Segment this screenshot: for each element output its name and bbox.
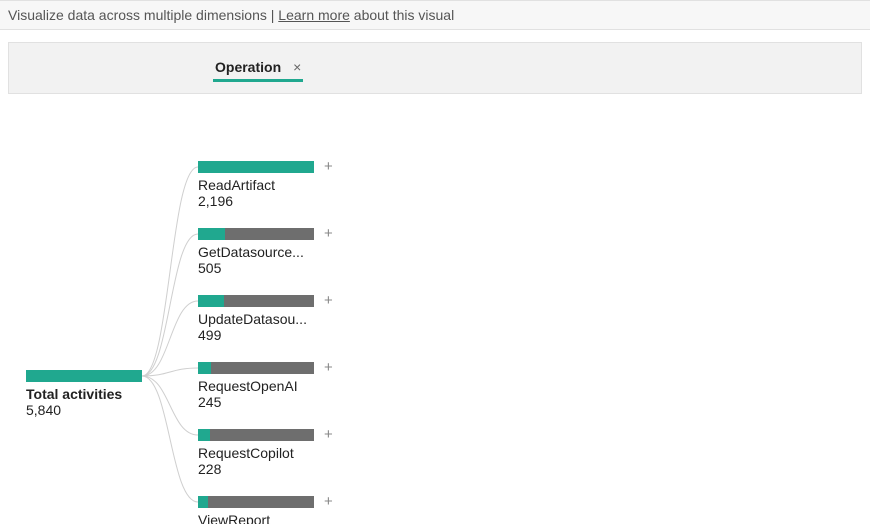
child-bar bbox=[198, 161, 314, 173]
root-node-name: Total activities bbox=[26, 386, 146, 402]
expand-icon[interactable]: + bbox=[324, 427, 333, 442]
child-node[interactable]: RequestCopilot228 bbox=[198, 429, 320, 477]
child-node[interactable]: RequestOpenAI245 bbox=[198, 362, 320, 410]
child-node-value: 499 bbox=[198, 327, 320, 343]
child-node-name: UpdateDatasou... bbox=[198, 311, 318, 327]
child-node[interactable]: UpdateDatasou...499 bbox=[198, 295, 320, 343]
child-node-name: ViewReport bbox=[198, 512, 318, 524]
expand-icon[interactable]: + bbox=[324, 226, 333, 241]
root-node-value: 5,840 bbox=[26, 402, 146, 418]
expand-icon[interactable]: + bbox=[324, 360, 333, 375]
root-bar-fill bbox=[26, 370, 142, 382]
banner-separator: | bbox=[267, 7, 278, 23]
expand-icon[interactable]: + bbox=[324, 293, 333, 308]
expand-icon[interactable]: + bbox=[324, 159, 333, 174]
root-bar bbox=[26, 370, 142, 382]
child-node-value: 245 bbox=[198, 394, 320, 410]
child-node-value: 2,196 bbox=[198, 193, 320, 209]
dimension-pill[interactable]: Operation × bbox=[213, 59, 303, 82]
child-node-value: 505 bbox=[198, 260, 320, 276]
close-icon[interactable]: × bbox=[293, 60, 301, 74]
child-bar-fill bbox=[198, 228, 225, 240]
banner-text-after: about this visual bbox=[350, 7, 454, 23]
child-node-name: ReadArtifact bbox=[198, 177, 318, 193]
child-node-name: RequestCopilot bbox=[198, 445, 318, 461]
child-node[interactable]: GetDatasource...505 bbox=[198, 228, 320, 276]
learn-more-link[interactable]: Learn more bbox=[278, 7, 350, 23]
tree-connectors bbox=[0, 94, 870, 524]
child-bar-fill bbox=[198, 362, 211, 374]
decomposition-tree: Total activities 5,840 ReadArtifact2,196… bbox=[0, 94, 870, 524]
info-banner: Visualize data across multiple dimension… bbox=[0, 0, 870, 30]
child-bar bbox=[198, 362, 314, 374]
child-bar-fill bbox=[198, 295, 224, 307]
child-bar bbox=[198, 295, 314, 307]
child-bar-fill bbox=[198, 429, 210, 441]
expand-icon[interactable]: + bbox=[324, 494, 333, 509]
child-bar bbox=[198, 496, 314, 508]
root-node[interactable]: Total activities 5,840 bbox=[26, 370, 146, 418]
child-node-value: 228 bbox=[198, 461, 320, 477]
dimension-pill-label: Operation bbox=[215, 59, 281, 75]
child-node-name: RequestOpenAI bbox=[198, 378, 318, 394]
child-bar-fill bbox=[198, 161, 314, 173]
child-node[interactable]: ReadArtifact2,196 bbox=[198, 161, 320, 209]
child-bar bbox=[198, 429, 314, 441]
banner-text-before: Visualize data across multiple dimension… bbox=[8, 7, 267, 23]
dimension-header: Operation × bbox=[8, 42, 862, 94]
child-node[interactable]: ViewReport195 bbox=[198, 496, 320, 524]
child-bar bbox=[198, 228, 314, 240]
child-bar-fill bbox=[198, 496, 208, 508]
child-node-name: GetDatasource... bbox=[198, 244, 318, 260]
